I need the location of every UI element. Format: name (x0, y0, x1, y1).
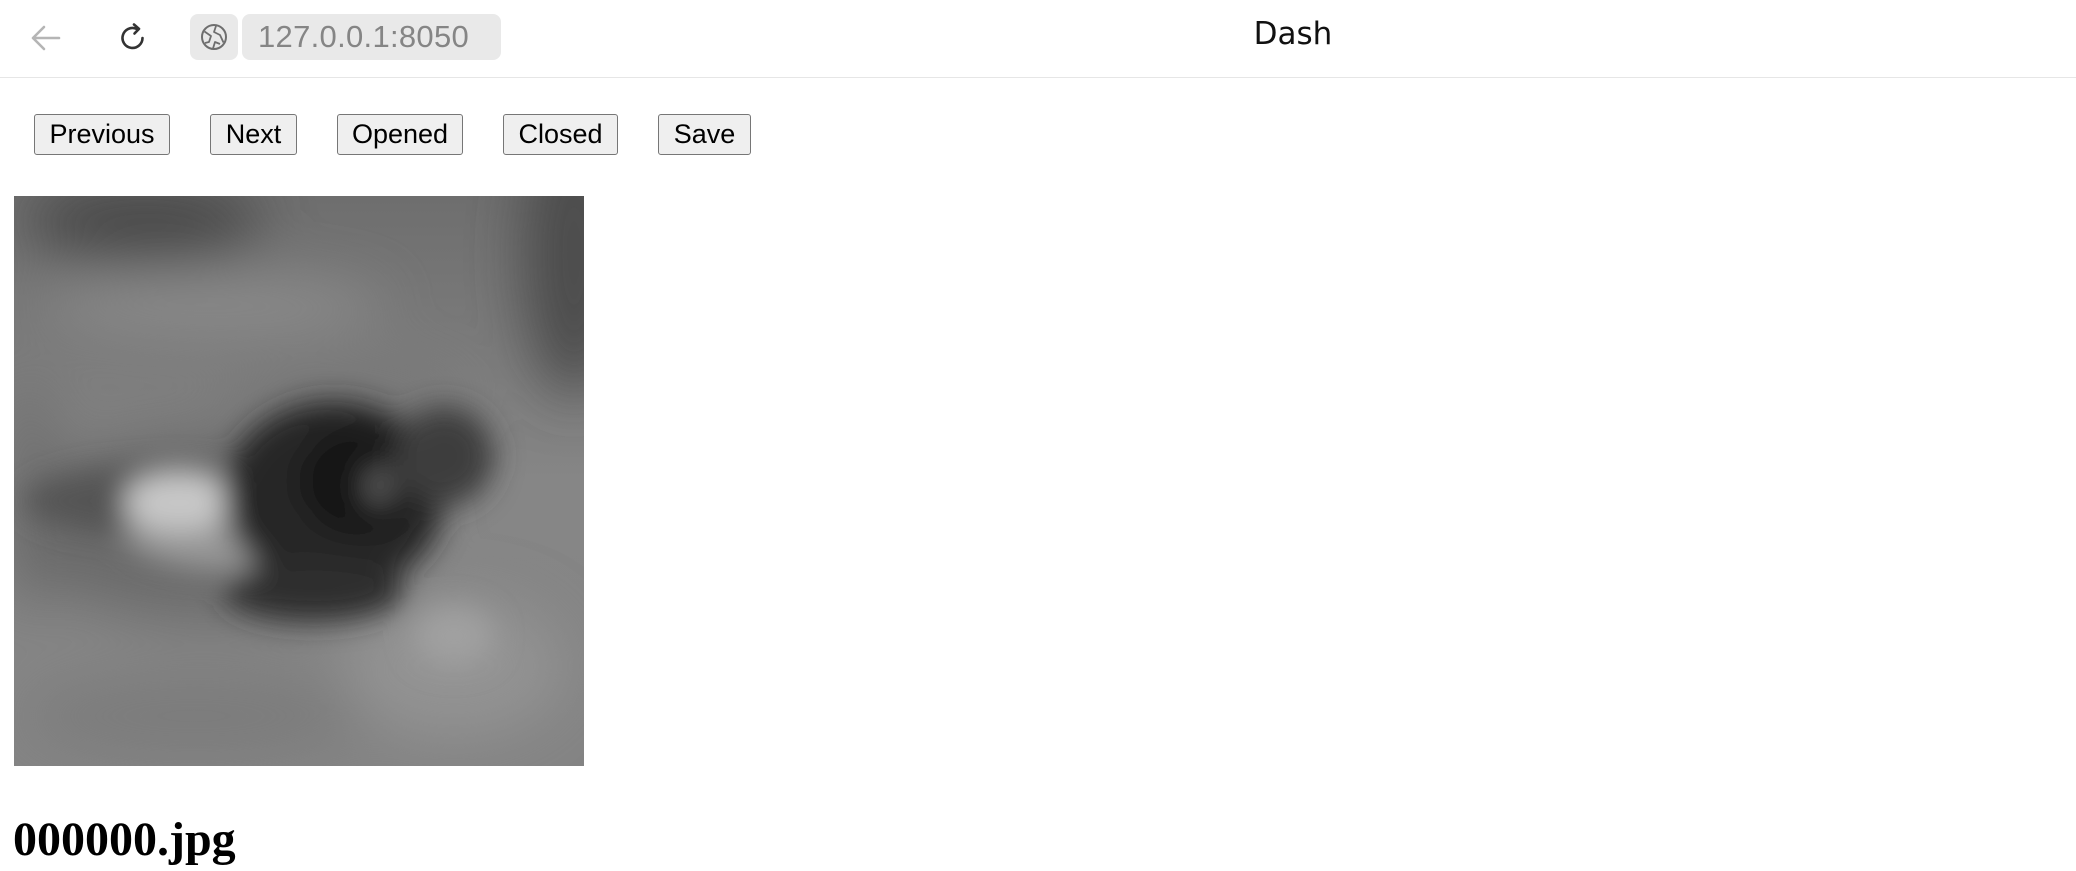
url-text: 127.0.0.1:8050 (258, 19, 470, 54)
browser-toolbar: 127.0.0.1:8050 Dash (0, 0, 2076, 78)
globe-icon (201, 24, 227, 50)
eye-image (14, 196, 584, 766)
back-button[interactable] (22, 14, 70, 62)
reload-icon (121, 23, 144, 50)
closed-button[interactable]: Closed (503, 114, 618, 155)
previous-button[interactable]: Previous (34, 114, 170, 155)
filename-heading: 000000.jpg (13, 813, 236, 866)
next-button[interactable]: Next (210, 114, 297, 155)
opened-button[interactable]: Opened (337, 114, 463, 155)
annotation-toolbar: Previous Next Opened Closed Save (0, 114, 2076, 156)
site-info-button[interactable] (190, 14, 238, 60)
address-bar[interactable]: 127.0.0.1:8050 (242, 14, 501, 60)
arrow-left-icon (31, 25, 61, 51)
reload-button[interactable] (109, 14, 157, 62)
save-button[interactable]: Save (658, 114, 751, 155)
page-title: Dash (1253, 16, 1333, 52)
